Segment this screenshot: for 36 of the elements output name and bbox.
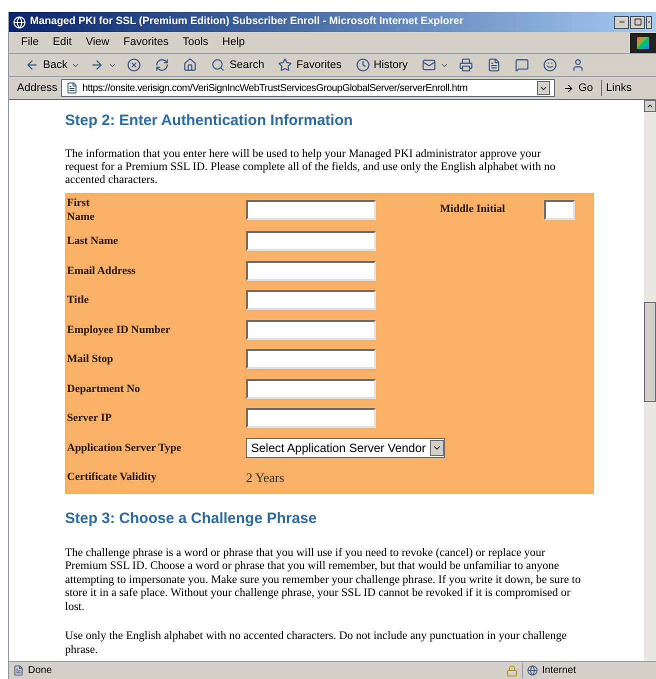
field-label: Server IP bbox=[67, 411, 113, 426]
field-label: Department No bbox=[67, 382, 142, 396]
menu-item[interactable]: Favorites bbox=[123, 34, 169, 51]
section-heading: Step 2: Enter Authentication Information bbox=[65, 111, 354, 131]
dropdown-field[interactable]: Select Application Server Vendor bbox=[246, 438, 445, 458]
zone-text: Internet bbox=[542, 664, 576, 678]
menu-item[interactable]: Edit bbox=[52, 34, 72, 51]
address-field[interactable]: https://onsite.verisign.com/VeriSignIncWebTrustServicesGroupGlobalServer/serverEnroll.htm bbox=[61, 79, 556, 97]
field-value: 2 Years bbox=[246, 468, 284, 486]
toolbar-button[interactable]: Search bbox=[207, 55, 268, 75]
field-label: Last Name bbox=[67, 234, 120, 248]
body-paragraph: Use only the English alphabet with no accented characters. Do not include any punctuation in your challenge phrase. bbox=[65, 630, 568, 657]
field-label: Certificate Validity bbox=[67, 470, 158, 484]
window-title: Managed PKI for SSL (Premium Edition) Subscriber Enroll - Microsoft Internet Explorer bbox=[30, 14, 464, 30]
field-label: Email Address bbox=[67, 264, 137, 278]
go-button[interactable]: Go bbox=[559, 80, 598, 96]
body-paragraph: The challenge phrase is a word or phrase that you will use if you need to revoke (cancel) or replace your Premium SSL ID. Choose a word or phrase that you will remember, but that would be unfamiliar to anyone attempting to impersonate you. Make sure you remember your challenge phrase. If you write it down, be sure to store it in a safe place. Without your challenge phrase, your SSL ID cannot be revoked if it is compromised or lost. bbox=[65, 546, 582, 614]
field-label: Employee ID Number bbox=[67, 322, 172, 337]
field-label: Application Server Type bbox=[67, 440, 182, 455]
toolbar-button[interactable]: History bbox=[352, 55, 412, 75]
menu-item[interactable]: Help bbox=[222, 34, 245, 51]
menu-item[interactable]: File bbox=[21, 34, 39, 51]
menu-item[interactable]: Tools bbox=[182, 34, 208, 51]
menu-item[interactable]: View bbox=[86, 34, 110, 51]
field-label: First Name bbox=[67, 196, 96, 224]
field-label: Title bbox=[67, 293, 90, 308]
field-label: Mail Stop bbox=[67, 352, 114, 366]
links-label[interactable]: Links bbox=[601, 80, 632, 96]
address-label: Address bbox=[17, 80, 58, 96]
status-text: Done bbox=[28, 664, 52, 678]
url-text: https://onsite.verisign.com/VeriSignIncWebTrustServicesGroupGlobalServer/serverEnroll.htm bbox=[82, 82, 468, 96]
toolbar-button[interactable]: Favorites bbox=[274, 55, 346, 75]
section-heading: Step 3: Choose a Challenge Phrase bbox=[65, 509, 318, 529]
toolbar-button[interactable]: Back bbox=[21, 55, 72, 75]
intro-text: The information that you enter here will be used to help your Managed PKI administrator approve your request for a Premium SSL ID. Please complete all of the fields, and use only the English alphabet with no accented characters. bbox=[65, 148, 556, 186]
field-label: Middle Initial bbox=[440, 202, 506, 218]
